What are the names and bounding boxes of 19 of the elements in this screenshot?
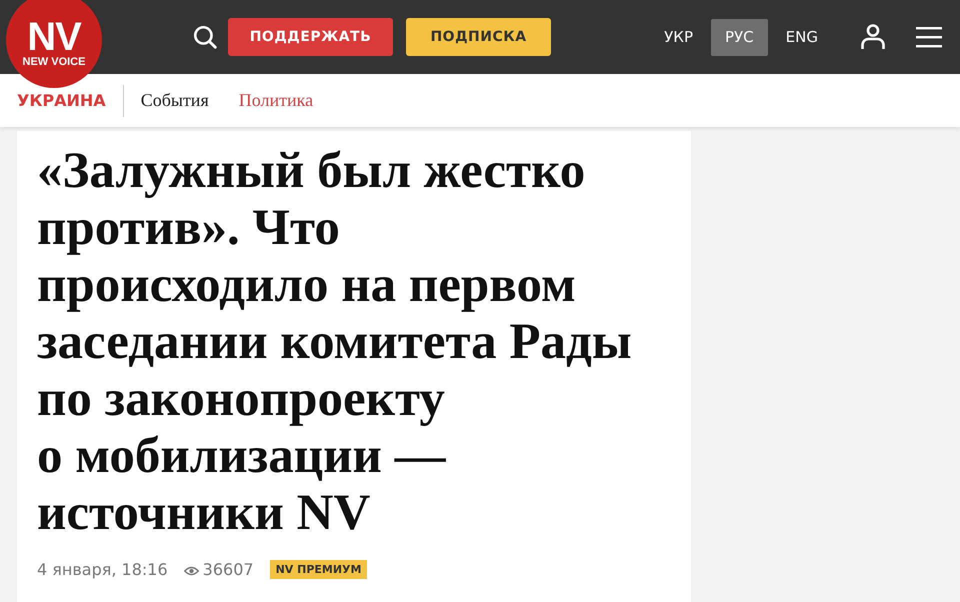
language-tab[interactable]: УКР [650,18,707,56]
user-icon[interactable] [860,23,886,51]
section-link[interactable]: УКРАИНА [17,91,106,110]
search-icon[interactable] [192,24,218,50]
publish-date: 4 января, 18:16 [37,560,168,579]
logo-caption: NEW VOICE [22,55,86,69]
language-tab[interactable]: ENG [772,18,832,56]
premium-badge: NV ПРЕМИУМ [270,560,368,579]
category-link[interactable]: Политика [238,90,314,111]
subscribe-button[interactable]: ПОДПИСКА [406,18,551,56]
support-button[interactable]: ПОДДЕРЖАТЬ [228,18,393,56]
logo[interactable]: NV NEW VOICE [6,0,102,88]
menu-icon[interactable] [916,26,942,48]
eye-icon [184,566,199,576]
language-tab[interactable]: РУС [711,18,768,56]
category-link[interactable]: События [140,90,209,111]
article-title: «Залужный был жестко против». Что происходило на первом заседании комитета Рады по законопроекту о мобилизации — источники NV [37,143,633,542]
logo-mark: NV [27,19,81,55]
view-count: 36607 [202,560,254,579]
